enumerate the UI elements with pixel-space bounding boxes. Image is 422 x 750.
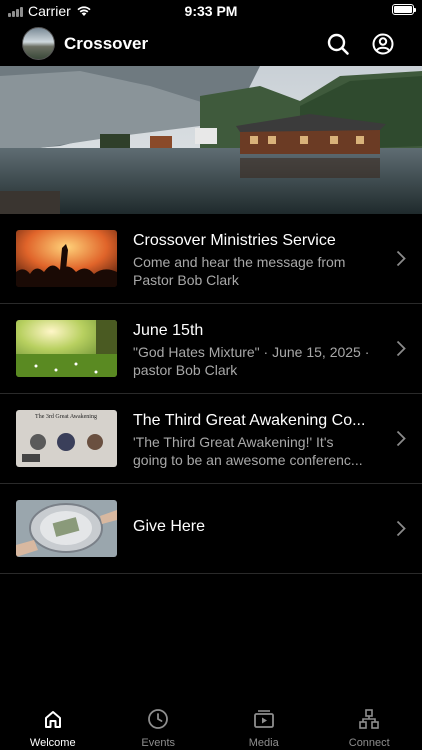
tab-media[interactable]: Media	[211, 700, 317, 750]
worship-crowd-graphic	[16, 230, 117, 287]
clock-icon	[148, 709, 169, 729]
church-logo-avatar[interactable]	[22, 27, 55, 60]
search-button[interactable]	[325, 31, 351, 57]
june-15th-thumbnail	[16, 320, 117, 377]
search-icon	[327, 33, 349, 55]
service-thumbnail	[16, 230, 117, 287]
battery-icon	[392, 4, 416, 15]
offering-plate-graphic	[16, 500, 117, 557]
hero-landscape-graphic	[0, 66, 422, 214]
chevron-right-icon	[396, 430, 406, 447]
user-circle-icon	[372, 33, 394, 55]
list-item-june-15th[interactable]: June 15th "God Hates Mixture" · June 15,…	[0, 304, 422, 394]
tab-connect[interactable]: Connect	[317, 700, 422, 750]
list-item-give-here[interactable]: Give Here	[0, 484, 422, 574]
tab-welcome[interactable]: Welcome	[0, 700, 106, 750]
item-title: The Third Great Awakening Co...	[133, 412, 366, 429]
item-subtitle-line1: Come and hear the message from	[133, 254, 346, 270]
profile-button[interactable]	[370, 31, 396, 57]
app-title: Crossover	[64, 34, 149, 53]
tab-label: Connect	[348, 737, 390, 749]
chevron-right-icon	[396, 340, 406, 357]
conference-thumbnail: The 3rd Great Awakening	[16, 410, 117, 467]
item-subtitle: 'The Third Great Awakening!' It's going …	[133, 433, 381, 469]
tab-bar: Welcome Events Media Connect	[0, 700, 422, 750]
item-title: Give Here	[133, 518, 206, 535]
item-subtitle: "God Hates Mixture" · June 15, 2025 · pa…	[133, 343, 381, 379]
list-item-service[interactable]: Crossover Ministries Service Come and he…	[0, 214, 422, 304]
item-title: June 15th	[133, 322, 204, 339]
item-subtitle: Come and hear the message from Pastor Bo…	[133, 253, 381, 289]
chevron-right-icon	[396, 520, 406, 537]
give-thumbnail	[16, 500, 117, 557]
tab-label: Events	[141, 737, 176, 749]
tab-label: Media	[248, 737, 279, 749]
content-list: Crossover Ministries Service Come and he…	[0, 214, 422, 574]
item-subtitle-line1: "God Hates Mixture" · June 15, 2025 ·	[133, 344, 370, 360]
chevron-right-icon	[396, 250, 406, 267]
connect-network-icon	[359, 709, 380, 729]
item-subtitle-line2: Pastor Bob Clark	[133, 272, 239, 288]
tab-events[interactable]: Events	[106, 700, 212, 750]
item-subtitle-line2: pastor Bob Clark	[133, 362, 238, 378]
home-icon	[44, 711, 61, 728]
app-header: Crossover	[0, 22, 422, 66]
item-subtitle-line1: 'The Third Great Awakening!' It's	[133, 434, 334, 450]
item-title: Crossover Ministries Service	[133, 232, 336, 249]
status-bar: Carrier 9:33 PM	[0, 0, 422, 22]
thumb-heading: The 3rd Great Awakening	[35, 414, 97, 420]
item-subtitle-line2: going to be an awesome conferenc...	[133, 452, 363, 468]
sunlit-meadow-graphic	[16, 320, 117, 377]
status-time: 9:33 PM	[184, 3, 238, 19]
media-play-icon	[253, 710, 274, 728]
hero-banner-image	[0, 66, 422, 214]
conference-flyer-graphic: The 3rd Great Awakening	[16, 410, 117, 467]
tab-label: Welcome	[29, 737, 76, 749]
list-item-great-awakening[interactable]: The 3rd Great Awakening The Third Great …	[0, 394, 422, 484]
